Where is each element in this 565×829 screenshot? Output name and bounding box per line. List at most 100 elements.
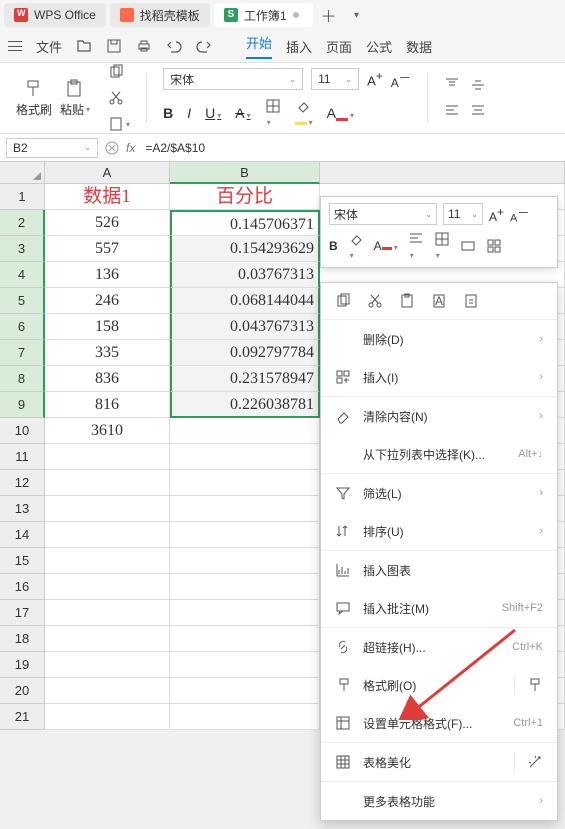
cell[interactable] [45, 652, 170, 678]
brush-alt-icon[interactable] [527, 677, 543, 693]
fill-color-button[interactable]: ▾ [295, 98, 313, 128]
row-header[interactable]: 21 [0, 704, 45, 730]
cell[interactable] [45, 704, 170, 730]
format-brush-button[interactable]: 格式刷 [16, 79, 52, 118]
hamburger-icon[interactable] [8, 41, 22, 51]
align-top-icon[interactable] [444, 77, 460, 93]
row-header[interactable]: 5 [0, 288, 45, 314]
ctx-clear[interactable]: 清除内容(N)› [321, 397, 557, 435]
font-size-select[interactable]: 11⌄ [311, 68, 359, 90]
cell[interactable]: 246 [45, 288, 170, 314]
cell[interactable]: 0.03767313 [170, 262, 320, 288]
cell[interactable] [170, 444, 320, 470]
row-header[interactable]: 15 [0, 548, 45, 574]
row-header[interactable]: 6 [0, 314, 45, 340]
strike-button[interactable]: A▾ [235, 105, 250, 121]
underline-button[interactable]: U▾ [205, 105, 221, 121]
align-center-icon[interactable] [470, 103, 486, 119]
ctx-more[interactable]: 更多表格功能› [321, 782, 557, 820]
cell[interactable] [170, 678, 320, 704]
cell[interactable] [45, 574, 170, 600]
font-name-select[interactable]: 宋体⌄ [163, 68, 303, 90]
row-header[interactable]: 18 [0, 626, 45, 652]
cell[interactable]: 数据1 [45, 184, 170, 210]
cell[interactable] [170, 522, 320, 548]
menu-page[interactable]: 页面 [326, 37, 352, 56]
ctx-paste-text-icon[interactable]: A [431, 293, 447, 309]
mini-bold-button[interactable]: B [329, 239, 338, 253]
align-left-icon[interactable] [444, 103, 460, 119]
ctx-insert[interactable]: 插入(I)› [321, 358, 557, 396]
cell[interactable]: 816 [45, 392, 170, 418]
menu-start[interactable]: 开始 [246, 33, 272, 59]
mini-border-button[interactable]: ▾ [434, 231, 450, 261]
cell[interactable] [45, 444, 170, 470]
mini-align-button[interactable]: ▾ [408, 231, 424, 261]
ctx-cellformat[interactable]: 设置单元格格式(F)...Ctrl+1 [321, 704, 557, 742]
ctx-filter[interactable]: 筛选(L)› [321, 474, 557, 512]
cell[interactable]: 557 [45, 236, 170, 262]
save-icon[interactable] [106, 38, 122, 54]
border-button[interactable]: ▾ [265, 98, 281, 128]
formula-input[interactable] [141, 138, 559, 158]
cell[interactable] [170, 574, 320, 600]
new-tab-button[interactable]: ＋ [317, 3, 341, 27]
mini-merge-button[interactable] [460, 238, 476, 254]
mini-sum-button[interactable] [486, 238, 502, 254]
cell[interactable] [45, 626, 170, 652]
ctx-copy-icon[interactable] [335, 293, 351, 309]
redo-icon[interactable] [196, 38, 212, 54]
select-all-cell[interactable] [0, 162, 45, 184]
mini-fontcolor-button[interactable]: A▾ [374, 239, 398, 253]
row-header[interactable]: 4 [0, 262, 45, 288]
menu-data[interactable]: 数据 [406, 37, 432, 56]
undo-icon[interactable] [166, 38, 182, 54]
row-header[interactable]: 2 [0, 210, 45, 236]
ctx-link[interactable]: 超链接(H)...Ctrl+K [321, 628, 557, 666]
cell[interactable]: 0.231578947 [170, 366, 320, 392]
cell[interactable] [170, 496, 320, 522]
row-header[interactable]: 9 [0, 392, 45, 418]
font-color-button[interactable]: A▾ [327, 105, 354, 121]
mini-font-select[interactable]: 宋体⌄ [329, 203, 437, 225]
row-header[interactable]: 13 [0, 496, 45, 522]
magic-icon[interactable] [527, 754, 543, 770]
ctx-comment[interactable]: 插入批注(M)Shift+F2 [321, 589, 557, 627]
col-header-empty[interactable] [320, 162, 565, 184]
col-header[interactable]: A [45, 162, 170, 184]
ctx-delete[interactable]: 删除(D)› [321, 320, 557, 358]
ctx-chart[interactable]: 插入图表 [321, 551, 557, 589]
row-header[interactable]: 3 [0, 236, 45, 262]
menu-file[interactable]: 文件 [36, 37, 62, 56]
align-middle-icon[interactable] [470, 77, 486, 93]
cell[interactable] [170, 418, 320, 444]
cell[interactable] [170, 548, 320, 574]
italic-button[interactable]: I [187, 105, 191, 121]
cell[interactable] [45, 548, 170, 574]
bold-button[interactable]: B [163, 105, 173, 121]
mini-grow-icon[interactable]: A+ [489, 205, 504, 224]
cell[interactable]: 百分比 [170, 184, 320, 210]
mini-shrink-icon[interactable]: A－ [510, 204, 529, 225]
ctx-beautify[interactable]: 表格美化 [321, 743, 557, 781]
row-header[interactable]: 17 [0, 600, 45, 626]
cell[interactable] [170, 652, 320, 678]
cell[interactable] [45, 496, 170, 522]
row-header[interactable]: 11 [0, 444, 45, 470]
mini-size-select[interactable]: 11⌄ [443, 203, 483, 225]
font-grow-icon[interactable]: A+ [367, 69, 383, 88]
cell[interactable]: 0.043767313 [170, 314, 320, 340]
ctx-paste-special-icon[interactable] [463, 293, 479, 309]
row-header[interactable]: 19 [0, 652, 45, 678]
copy-icon[interactable] [108, 64, 124, 80]
cell[interactable]: 335 [45, 340, 170, 366]
cell[interactable]: 526 [45, 210, 170, 236]
tab-workbook[interactable]: S工作簿1 [214, 3, 313, 27]
cell[interactable]: 158 [45, 314, 170, 340]
row-header[interactable]: 7 [0, 340, 45, 366]
menu-insert[interactable]: 插入 [286, 37, 312, 56]
cell[interactable]: 3610 [45, 418, 170, 444]
ctx-brush[interactable]: 格式刷(O) [321, 666, 557, 704]
cell[interactable]: 0.226038781 [170, 392, 320, 418]
cell[interactable] [45, 522, 170, 548]
